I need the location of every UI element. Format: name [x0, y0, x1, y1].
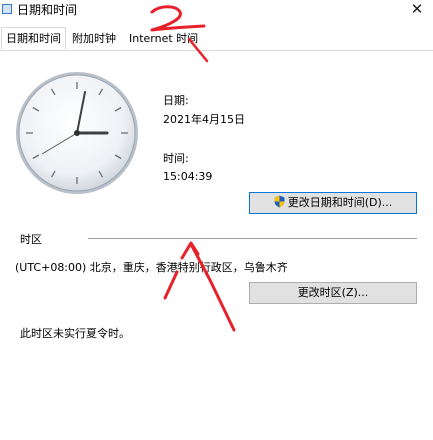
- title-bar: 日期和时间 ✕: [0, 0, 433, 20]
- dst-note: 此时区未实行夏令时。: [20, 327, 130, 340]
- date-label: 日期:: [163, 94, 189, 107]
- timezone-divider: [88, 238, 417, 239]
- date-value: 2021年4月15日: [163, 113, 245, 126]
- time-label: 时间:: [163, 152, 189, 165]
- tab-strip: 日期和时间 附加时钟 Internet 时间: [0, 27, 433, 51]
- tab-internet-time[interactable]: Internet 时间: [125, 28, 202, 49]
- analog-clock: [16, 72, 138, 194]
- uac-shield-icon: [274, 195, 285, 208]
- calendar-app-icon: [2, 4, 12, 14]
- change-date-time-label: 更改日期和时间(D)...: [287, 196, 393, 209]
- tab-additional-clocks[interactable]: 附加时钟: [68, 28, 120, 49]
- window-title: 日期和时间: [17, 3, 78, 17]
- tab-date-time[interactable]: 日期和时间: [1, 27, 66, 50]
- timezone-value: (UTC+08:00) 北京，重庆，香港特别行政区，乌鲁木齐: [15, 261, 288, 274]
- time-value: 15:04:39: [163, 170, 213, 183]
- change-timezone-button[interactable]: 更改时区(Z)...: [249, 282, 417, 304]
- close-icon[interactable]: ✕: [407, 0, 427, 19]
- red-annotation-overlay: [150, 5, 236, 332]
- change-date-time-button[interactable]: 更改日期和时间(D)...: [249, 192, 417, 214]
- timezone-heading: 时区: [20, 233, 42, 246]
